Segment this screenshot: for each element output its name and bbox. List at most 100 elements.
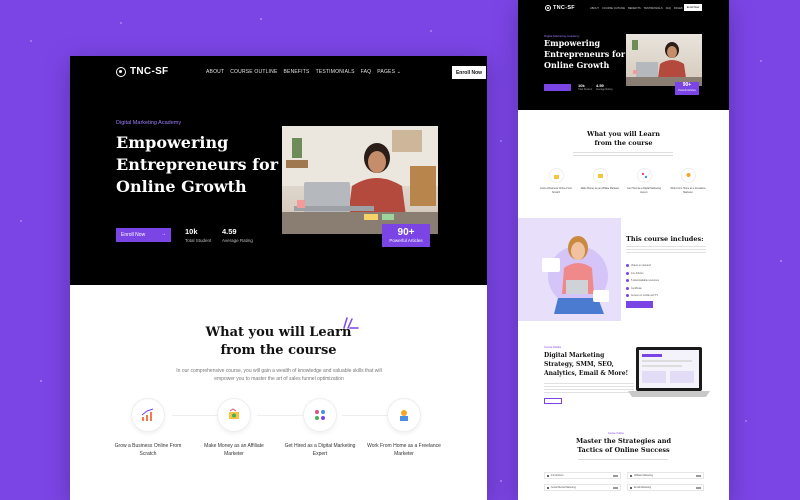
logo-icon [116, 66, 126, 77]
digital-marketing-section: Course Details Digital Marketing Strateg… [544, 346, 634, 404]
logo[interactable]: TNC-SF [116, 66, 168, 77]
hero-section: TNC-SF ABOUT COURSE OUTLINE BENEFITS TES… [70, 56, 487, 285]
course-includes-title: This course includes: [626, 235, 704, 243]
nav-item-about[interactable]: ABOUT [206, 69, 224, 75]
list-item-label: 5 downloadable resources [631, 279, 659, 283]
mini-logo[interactable]: TNC-SF [545, 5, 575, 11]
dm-title: Digital Marketing Strategy, SMM, SEO, An… [544, 352, 629, 377]
list-item-label: Access on mobile and TV [631, 294, 659, 298]
stat-rating: 4.59 Average Rating [222, 227, 253, 243]
nav-item-faq[interactable]: FAQ [361, 69, 372, 75]
course-description-lines [626, 246, 706, 255]
accordion-item[interactable]: Social Media Marketing [544, 484, 621, 491]
dm-eyebrow: Course Details [544, 346, 562, 349]
expand-icon [613, 474, 618, 477]
stat-label: Average Rating [596, 88, 613, 91]
feature-label: Make Money as an Affiliate Marketer [204, 443, 264, 457]
outline-title-line1: Master the Strategies and [575, 437, 672, 445]
mini-enroll-button[interactable]: Enroll Now [684, 4, 702, 11]
mini-stat: 10k Total Student [578, 83, 592, 91]
hero-enroll-button[interactable]: Enroll Now → [116, 228, 171, 242]
logo-icon [545, 5, 551, 11]
feature-item: Make Money as an Affiliate Marketer [194, 398, 274, 458]
laptop-illustration [628, 347, 710, 397]
navbar: TNC-SF ABOUT COURSE OUTLINE BENEFITS TES… [116, 66, 486, 80]
articles-badge: 90+ Powerful Articles [382, 224, 430, 247]
stat-label: Average Rating [222, 238, 253, 243]
accordion-row: Social Media Marketing Email Marketing [544, 484, 704, 491]
mini-nav-item[interactable]: BENEFITS [628, 7, 641, 10]
feature-label: Get Hired as a Digital Marketing Expert [284, 443, 356, 457]
accordion-item[interactable]: Affiliate Marketing [627, 472, 704, 479]
growth-chart-icon [548, 168, 564, 183]
mini-stat: 4.59 Average Rating [596, 83, 612, 91]
bullet-icon [626, 271, 629, 275]
mini-nav-item[interactable]: COURSE OUTLINE [602, 7, 625, 10]
accordion-label: Email Marketing [634, 486, 652, 489]
outline-eyebrow: Course Outline [608, 432, 624, 435]
home-work-icon [387, 398, 421, 432]
outline-title-line2: Tactics of Online Success [577, 446, 670, 454]
mini-feature-label: Get Hired as a Digital Marketing Expert [627, 187, 661, 194]
mini-learn-title: What you will Learn from the course [518, 130, 729, 148]
money-icon [217, 398, 251, 432]
growth-chart-icon [131, 398, 165, 432]
mini-feature: Make Money as an Affiliate Marketer [580, 168, 620, 191]
network-icon [636, 168, 652, 183]
mini-feature-label: Work From Home as a Freelance Marketer [670, 187, 706, 194]
accordion-item[interactable]: Email Marketing [627, 484, 704, 491]
bullet-icon [547, 474, 549, 477]
list-item: 12+ Articles [626, 270, 659, 278]
expand-icon [696, 474, 701, 477]
learn-title-line2: from the course [220, 343, 337, 358]
money-icon [592, 168, 608, 183]
bullet-icon [626, 279, 629, 283]
nav-enroll-button[interactable]: Enroll Now [452, 66, 486, 79]
nav-item-pages[interactable]: PAGES ⌄ [377, 69, 401, 75]
accordion-label: Introduction [551, 474, 564, 477]
list-item: Certificate [626, 285, 659, 293]
list-item: Videos on demand [626, 262, 659, 270]
accordion-item[interactable]: Introduction [544, 472, 621, 479]
mini-feature-label: Make Money as an Affiliate Marketer [580, 187, 620, 190]
mini-feature: Get Hired as a Digital Marketing Expert [624, 168, 664, 194]
mini-feature-label: Grow a Business Online From Scratch [540, 187, 572, 194]
mini-cta-button[interactable] [544, 84, 571, 91]
stat-value: 10k [185, 227, 198, 236]
outline-title: Master the Strategies and Tactics of Onl… [518, 437, 729, 455]
mini-logo-text: TNC-SF [553, 5, 575, 11]
expand-icon [696, 486, 701, 489]
arrow-right-icon: → [161, 231, 166, 237]
accordion-label: Social Media Marketing [551, 486, 576, 489]
learn-subtitle: In our comprehensive course, you will ga… [176, 368, 382, 382]
hero-enroll-label: Enroll Now [121, 232, 146, 238]
nav-item-course-outline[interactable]: COURSE OUTLINE [230, 69, 277, 75]
mini-feature: Work From Home as a Freelance Marketer [668, 168, 708, 194]
feature-label: Work From Home as a Freelance Marketer [367, 443, 441, 457]
nav-item-testimonials[interactable]: TESTIMONIALS [316, 69, 355, 75]
mini-feature: Grow a Business Online From Scratch [536, 168, 576, 194]
badge-value: 90+ [682, 82, 692, 88]
mini-badge: 90+ Powerful Articles [675, 82, 699, 95]
mini-nav-item[interactable]: TESTIMONIALS [644, 7, 663, 10]
mini-hero: TNC-SF ABOUT COURSE OUTLINE BENEFITS TES… [518, 0, 729, 110]
feature-item: Work From Home as a Freelance Marketer [364, 398, 444, 458]
bullet-icon [626, 286, 629, 290]
scribble-decoration-icon [343, 317, 359, 329]
dm-button[interactable] [544, 398, 562, 404]
nav-item-benefits[interactable]: BENEFITS [284, 69, 310, 75]
feature-item: Grow a Business Online From Scratch [108, 398, 188, 458]
bullet-icon [630, 486, 632, 489]
mini-nav-item[interactable]: ABOUT [590, 7, 599, 10]
bullet-icon [626, 264, 629, 268]
mini-nav-item[interactable]: PAGES [674, 7, 683, 10]
hero-eyebrow: Digital Marketing Academy [116, 120, 182, 126]
woman-with-laptop-illustration [542, 236, 609, 314]
learn-section-title: What you will Learn from the course [70, 324, 487, 360]
course-enroll-button[interactable] [626, 301, 653, 308]
list-item-label: Certificate [631, 286, 642, 290]
mini-hero-title: Empowering Entrepreneurs for Online Grow… [544, 38, 626, 70]
list-item-label: Videos on demand [631, 264, 651, 268]
nav-menu: ABOUT COURSE OUTLINE BENEFITS TESTIMONIA… [206, 69, 401, 75]
mini-nav-item[interactable]: FAQ [666, 7, 671, 10]
